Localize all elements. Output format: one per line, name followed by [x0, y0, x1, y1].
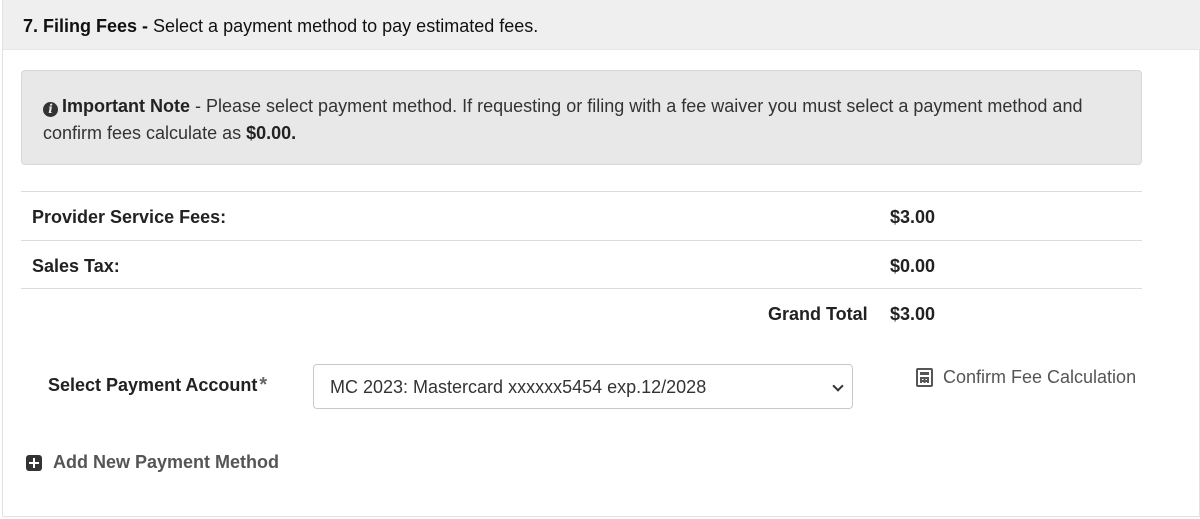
section-subtitle: Select a payment method to pay estimated… [148, 16, 539, 36]
note-text: - Please select payment method. If reque… [43, 96, 1083, 143]
panel-header: 7. Filing Fees - Select a payment method… [3, 0, 1200, 50]
grand-total-amount: $3.00 [890, 304, 936, 324]
fees-table: Provider Service Fees: $3.00 Sales Tax: … [21, 191, 1142, 289]
add-payment-method-link[interactable]: Add New Payment Method [26, 452, 279, 473]
plus-square-icon [26, 454, 42, 471]
add-payment-method-label: Add New Payment Method [53, 452, 280, 472]
selected-payment-account: MC 2023: Mastercard xxxxxx5454 exp.12/20… [330, 377, 707, 397]
fee-row: Sales Tax: $0.00 [21, 240, 1142, 289]
chevron-down-icon [832, 380, 844, 392]
grand-total-label: Grand Total [768, 304, 868, 324]
payment-account-label: Select Payment Account * [48, 374, 267, 397]
calculator-icon [916, 368, 933, 387]
fee-amount: $0.00 [890, 256, 936, 276]
confirm-fee-label: Confirm Fee Calculation [943, 367, 1137, 387]
info-circle-icon: i [43, 102, 58, 117]
section-title: 7. Filing Fees - [23, 16, 149, 36]
payment-account-label-text: Select Payment Account [48, 375, 258, 395]
fee-row: Provider Service Fees: $3.00 [21, 191, 1142, 240]
payment-account-select[interactable]: MC 2023: Mastercard xxxxxx5454 exp.12/20… [313, 364, 853, 409]
note-title: Important Note [62, 96, 190, 116]
fee-label: Provider Service Fees: [32, 207, 227, 227]
fee-label: Sales Tax: [32, 256, 120, 276]
required-marker: * [259, 374, 268, 396]
fee-amount: $3.00 [890, 207, 936, 227]
note-amount: $0.00. [246, 123, 297, 143]
confirm-fee-calculation-link[interactable]: Confirm Fee Calculation [916, 367, 1136, 388]
important-note-alert: i Important Note - Please select payment … [21, 70, 1142, 165]
